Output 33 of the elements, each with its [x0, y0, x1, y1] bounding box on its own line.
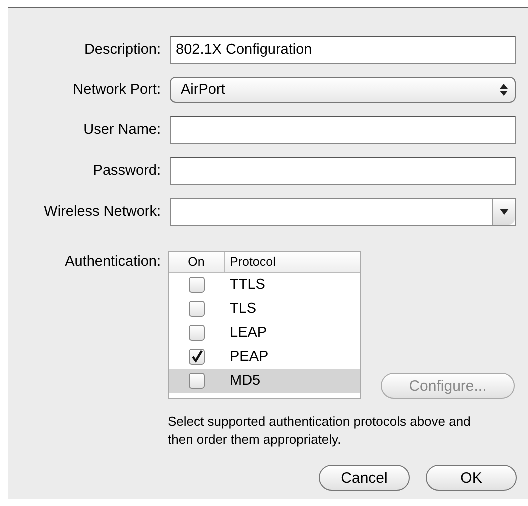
table-row[interactable]: PEAP: [169, 345, 360, 369]
field-label: Description:: [83, 42, 161, 58]
table-cell-text: LEAP: [229, 325, 268, 341]
field-label: Wireless Network:: [43, 204, 161, 220]
checkbox[interactable]: [188, 349, 204, 365]
column-header[interactable]: Protocol: [225, 255, 276, 269]
dialog-button[interactable]: Cancel: [319, 465, 410, 491]
table-cell-text: TTLS: [229, 277, 266, 293]
table-row[interactable]: MD5: [169, 369, 360, 393]
checkbox[interactable]: [188, 325, 204, 341]
dialog-button[interactable]: OK: [426, 465, 517, 491]
popup-menu[interactable]: AirPort: [170, 77, 516, 103]
checkbox[interactable]: [188, 277, 204, 293]
up-down-arrows-icon: [500, 84, 508, 96]
combo-box[interactable]: [170, 198, 516, 226]
input-field[interactable]: 802.1X Configuration: [170, 36, 516, 64]
table-row[interactable]: LEAP: [169, 321, 360, 345]
field-label: Authentication:: [64, 254, 161, 270]
column-header[interactable]: On: [169, 252, 225, 272]
table-cell-text: PEAP: [229, 349, 269, 365]
checkbox[interactable]: [188, 301, 204, 317]
input-field[interactable]: [170, 157, 516, 185]
input-field[interactable]: [170, 116, 516, 144]
table-cell-text: MD5: [229, 373, 261, 389]
down-arrow-icon: [500, 209, 508, 215]
field-label: Network Port:: [72, 82, 161, 98]
checkbox[interactable]: [188, 373, 204, 389]
table-row[interactable]: TLS: [169, 297, 360, 321]
help-text: Select supported authentication protocols above and then order them appropriately.: [168, 413, 472, 449]
field-label: User Name:: [82, 122, 161, 138]
table-cell-text: TLS: [229, 301, 257, 317]
table-row[interactable]: TTLS: [169, 273, 360, 297]
field-label: Password:: [92, 163, 161, 179]
